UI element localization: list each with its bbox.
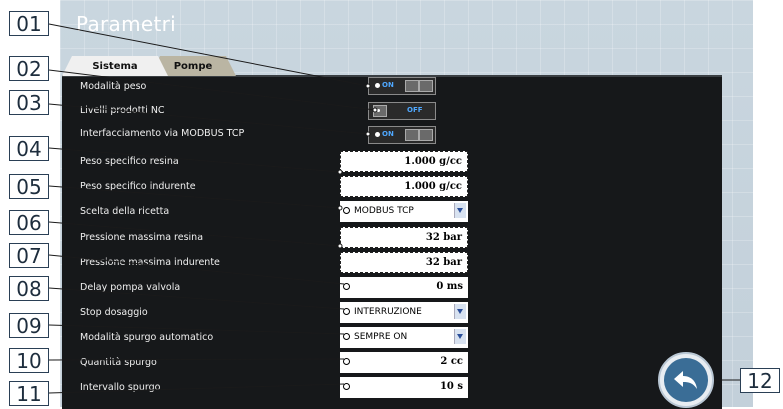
page-title: Parametri — [76, 12, 177, 36]
label-delay-pompa-valvola: Delay pompa valvola — [80, 282, 181, 293]
toggle-knob — [373, 105, 387, 117]
radio-circle-icon — [343, 207, 350, 214]
callout-09: 09 — [9, 313, 49, 338]
radio-circle-icon — [343, 383, 350, 390]
callout-02: 02 — [9, 56, 49, 81]
field-pressione-massima-resina[interactable]: 32 bar — [340, 227, 468, 248]
chevron-down-icon[interactable] — [454, 304, 466, 319]
label-pressione-massima-indurente: Pressione massima indurente — [80, 257, 220, 268]
field-pressione-massima-indurente[interactable]: 32 bar — [340, 252, 468, 273]
toggle-dot-icon — [375, 132, 380, 137]
callout-04: 04 — [9, 136, 49, 161]
label-modalita-peso: Modalità peso — [80, 81, 147, 92]
toggle-dot-icon — [375, 83, 380, 88]
field-quantita-spurgo[interactable]: 2 cc — [340, 352, 468, 373]
select-stop-dosaggio[interactable]: INTERRUZIONE — [340, 302, 468, 323]
select-value: MODBUS TCP — [354, 206, 414, 216]
toggle-knob — [419, 80, 433, 92]
label-livelli-prodotti-nc: Livelli prodotti NC — [80, 105, 165, 116]
back-button-face — [664, 358, 708, 402]
field-intervallo-spurgo[interactable]: 10 s — [340, 377, 468, 398]
callout-06: 06 — [9, 210, 49, 235]
callout-07: 07 — [9, 243, 49, 268]
toggle-state-label: OFF — [407, 106, 423, 114]
chevron-down-icon[interactable] — [454, 329, 466, 344]
toggle-dot-icon — [377, 109, 380, 112]
label-peso-specifico-resina: Peso specifico resina — [80, 156, 179, 167]
radio-circle-icon — [343, 333, 350, 340]
toggle-knob — [405, 129, 419, 141]
field-peso-specifico-indurente[interactable]: 1.000 g/cc — [340, 176, 468, 197]
callout-11: 11 — [9, 381, 49, 406]
label-quantita-spurgo: Quantità spurgo — [80, 357, 157, 368]
tab-sistema[interactable]: Sistema — [62, 56, 168, 76]
back-arrow-icon — [674, 371, 697, 389]
radio-circle-icon — [343, 358, 350, 365]
select-modalita-spurgo[interactable]: SEMPRE ON — [340, 327, 468, 348]
back-button[interactable] — [658, 352, 714, 408]
toggle-state-label: ON — [382, 81, 394, 89]
callout-01: 01 — [9, 11, 49, 36]
select-scelta-ricetta[interactable]: MODBUS TCP — [340, 201, 468, 222]
label-scelta-ricetta: Scelta della ricetta — [80, 206, 170, 217]
toggle-modbus-tcp[interactable]: ON — [368, 126, 436, 144]
toggle-knob — [419, 129, 433, 141]
label-modalita-spurgo: Modalità spurgo automatico — [80, 332, 214, 343]
field-value: 2 cc — [440, 356, 463, 367]
field-value: 32 bar — [425, 257, 462, 268]
callout-08: 08 — [9, 276, 49, 301]
toggle-modalita-peso[interactable]: ON — [368, 77, 436, 95]
field-value: 0 ms — [436, 281, 463, 292]
select-value: INTERRUZIONE — [354, 307, 422, 317]
callout-05: 05 — [9, 174, 49, 199]
field-value: 1.000 g/cc — [404, 156, 462, 167]
toggle-state-label: ON — [382, 130, 394, 138]
label-peso-specifico-indurente: Peso specifico indurente — [80, 181, 196, 192]
radio-circle-icon — [343, 308, 350, 315]
toggle-livelli-prodotti-nc[interactable]: OFF — [368, 102, 436, 120]
chevron-down-icon[interactable] — [454, 203, 466, 218]
callout-03: 03 — [9, 90, 49, 115]
label-pressione-massima-resina: Pressione massima resina — [80, 232, 204, 243]
label-stop-dosaggio: Stop dosaggio — [80, 307, 148, 318]
label-modbus-tcp: Interfacciamento via MODBUS TCP — [80, 128, 245, 139]
select-value: SEMPRE ON — [354, 332, 408, 342]
label-intervallo-spurgo: Intervallo spurgo — [80, 382, 161, 393]
field-peso-specifico-resina[interactable]: 1.000 g/cc — [340, 151, 468, 172]
field-value: 10 s — [439, 381, 463, 392]
field-delay-pompa-valvola[interactable]: 0 ms — [340, 277, 468, 298]
callout-10: 10 — [9, 348, 49, 373]
field-value: 32 bar — [425, 232, 462, 243]
callout-12: 12 — [740, 368, 780, 393]
radio-circle-icon — [343, 283, 350, 290]
field-value: 1.000 g/cc — [404, 181, 462, 192]
toggle-knob — [405, 80, 419, 92]
